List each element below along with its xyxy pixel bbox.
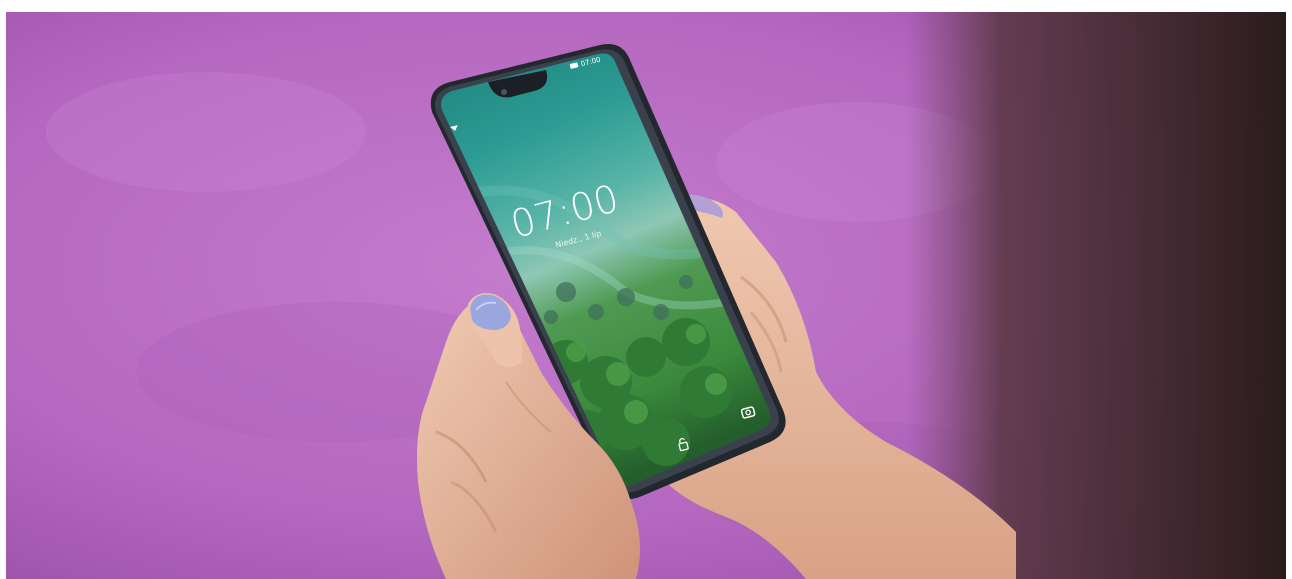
- product-photo: 07:00 07:00 Niedz., 1 lip: [6, 12, 1286, 579]
- photo-frame: 07:00 07:00 Niedz., 1 lip: [0, 0, 1292, 579]
